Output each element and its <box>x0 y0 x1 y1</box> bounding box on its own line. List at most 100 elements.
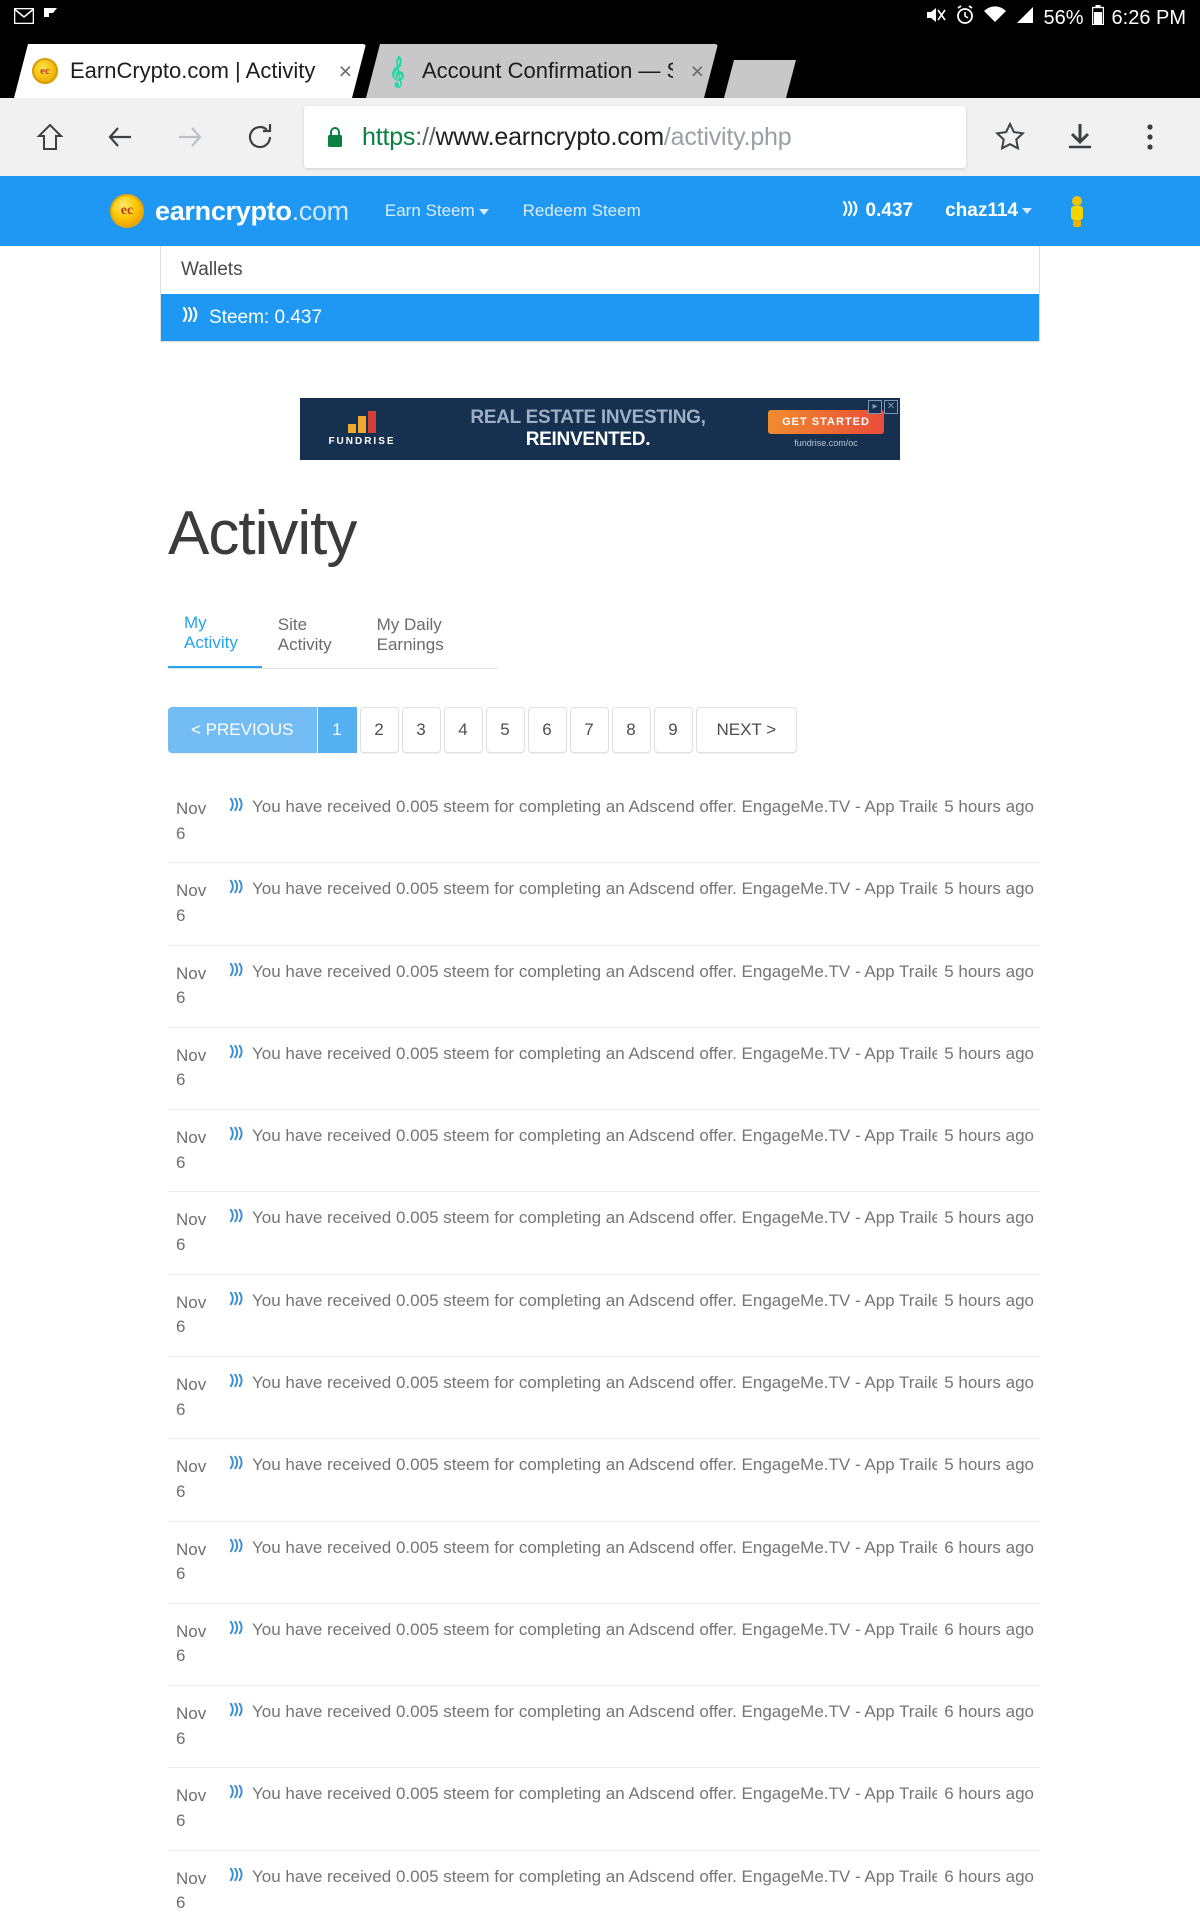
table-row[interactable]: Nov 6 You have received 0.005 steem for co… <box>168 781 1040 862</box>
activity-description: You have received 0.005 steem for comple… <box>252 1784 938 1804</box>
brand-label: earncrypto.com <box>155 196 349 227</box>
tab-my-daily-earnings[interactable]: My Daily Earnings <box>361 605 498 668</box>
home-icon[interactable] <box>16 103 84 171</box>
ad-headline-light: REAL ESTATE INVESTING, <box>470 407 706 428</box>
close-icon[interactable]: × <box>333 58 352 85</box>
address-bar[interactable]: https://www.earncrypto.com/activity.php <box>304 106 966 168</box>
pagination-page-7[interactable]: 7 <box>569 707 609 753</box>
activity-description: You have received 0.005 steem for comple… <box>252 1455 938 1475</box>
reload-icon[interactable] <box>226 103 294 171</box>
pagination-page-3[interactable]: 3 <box>401 707 441 753</box>
fundrise-ad-banner[interactable]: FUNDRISE REAL ESTATE INVESTING, REINVENT… <box>300 398 900 460</box>
table-row[interactable]: Nov 6 You have received 0.005 steem for co… <box>168 1355 1040 1438</box>
avatar[interactable] <box>1064 194 1090 228</box>
table-row[interactable]: Nov 6 You have received 0.005 steem for co… <box>168 1026 1040 1109</box>
activity-date-month: Nov <box>176 1210 207 1230</box>
activity-date-day: 6 <box>176 1811 186 1831</box>
table-row[interactable]: Nov 6 You have received 0.005 steem for co… <box>168 944 1040 1027</box>
table-row[interactable]: Nov 6 You have received 0.005 steem for co… <box>168 1602 1040 1685</box>
activity-date: Nov 6 <box>168 1784 228 1833</box>
browser-tab-title: Account Confirmation — Ste <box>422 58 673 83</box>
close-icon[interactable]: ✕ <box>884 400 898 414</box>
nav-item-earn-steem[interactable]: Earn Steem <box>385 201 489 221</box>
activity-date: Nov 6 <box>168 1208 228 1257</box>
pagination-page-6[interactable]: 6 <box>527 707 567 753</box>
download-icon[interactable] <box>1046 103 1114 171</box>
steem-icon <box>228 1867 245 1887</box>
table-row[interactable]: Nov 6 You have received 0.005 steem for co… <box>168 1849 1040 1920</box>
activity-timestamp: 5 hours ago <box>944 879 1034 899</box>
battery-percent-label: 56% <box>1043 6 1084 29</box>
url-scheme: https <box>362 122 416 151</box>
pagination-page-4[interactable]: 4 <box>443 707 483 753</box>
pagination-page-2[interactable]: 2 <box>359 707 399 753</box>
activity-date: Nov 6 <box>168 1291 228 1340</box>
activity-description: You have received 0.005 steem for comple… <box>252 879 938 899</box>
activity-timestamp: 6 hours ago <box>944 1784 1034 1804</box>
activity-date: Nov 6 <box>168 1702 228 1751</box>
nav-item-redeem-steem[interactable]: Redeem Steem <box>523 201 641 221</box>
table-row[interactable]: Nov 6 You have received 0.005 steem for co… <box>168 1767 1040 1849</box>
pagination-page-8[interactable]: 8 <box>611 707 651 753</box>
steem-icon <box>228 1291 245 1311</box>
activity-date-month: Nov <box>176 963 207 983</box>
steem-icon <box>228 962 245 982</box>
activity-date-day: 6 <box>176 1399 186 1419</box>
activity-date: Nov 6 <box>168 1126 228 1175</box>
activity-timestamp: 5 hours ago <box>944 1126 1034 1146</box>
wallet-item-steem[interactable]: Steem: 0.437 <box>161 294 1039 341</box>
ad-display-url: fundrise.com/oc <box>794 438 858 448</box>
pagination-page-9[interactable]: 9 <box>653 707 693 753</box>
steemit-icon: 𝄞 <box>389 56 405 86</box>
close-icon[interactable]: × <box>685 58 704 85</box>
ad-controls: ▸ ✕ <box>868 400 898 414</box>
pagination-next-button[interactable]: NEXT > <box>695 707 798 753</box>
tab-my-activity[interactable]: My Activity <box>168 603 262 668</box>
activity-description: You have received 0.005 steem for comple… <box>252 1702 938 1722</box>
pagination-page-5[interactable]: 5 <box>485 707 525 753</box>
wallets-panel: Wallets Steem: 0.437 <box>160 246 1040 342</box>
wallet-item-label: Steem: 0.437 <box>209 306 323 328</box>
url-text: https://www.earncrypto.com/activity.php <box>362 123 791 152</box>
activity-timestamp: 6 hours ago <box>944 1619 1034 1639</box>
steem-icon <box>228 1208 245 1228</box>
star-icon[interactable] <box>976 103 1044 171</box>
browser-tab-0[interactable]: ec EarnCrypto.com | Activity × <box>14 44 366 98</box>
activity-date-month: Nov <box>176 799 207 818</box>
table-row[interactable]: Nov 6 You have received 0.005 steem for co… <box>168 1273 1040 1356</box>
adchoices-icon[interactable]: ▸ <box>868 400 882 414</box>
android-status-bar: 56% 6:26 PM <box>0 0 1200 36</box>
activity-timestamp: 5 hours ago <box>944 1208 1034 1228</box>
header-balance[interactable]: 0.437 <box>841 200 913 223</box>
activity-date-day: 6 <box>176 988 186 1008</box>
activity-date-month: Nov <box>176 1539 207 1559</box>
table-row[interactable]: Nov 6 You have received 0.005 steem for co… <box>168 1685 1040 1767</box>
nav-item-label: Earn Steem <box>384 201 475 220</box>
overflow-menu-icon[interactable] <box>1116 103 1184 171</box>
pagination-page-1[interactable]: 1 <box>317 707 357 753</box>
table-row[interactable]: Nov 6 You have received 0.005 steem for co… <box>168 862 1040 944</box>
forward-icon[interactable] <box>156 103 224 171</box>
pagination-previous-button[interactable]: < PREVIOUS <box>168 707 317 753</box>
ad-cta-button[interactable]: GET STARTED <box>768 410 884 434</box>
user-menu[interactable]: chaz114 <box>945 200 1032 222</box>
activity-date-month: Nov <box>176 1704 207 1724</box>
table-row[interactable]: Nov 6 You have received 0.005 steem for co… <box>168 1520 1040 1603</box>
activity-date-day: 6 <box>176 1317 186 1337</box>
steem-icon <box>228 879 245 899</box>
table-row[interactable]: Nov 6 You have received 0.005 steem for co… <box>168 1191 1040 1273</box>
activity-description: You have received 0.005 steem for comple… <box>252 1043 938 1063</box>
site-logo[interactable]: ec earncrypto.com <box>110 194 349 228</box>
new-tab-button[interactable] <box>724 60 796 98</box>
buildings-icon <box>348 411 376 433</box>
activity-timestamp: 6 hours ago <box>944 1537 1034 1557</box>
activity-description: You have received 0.005 steem for comple… <box>252 1126 938 1146</box>
earncrypto-coin-icon: ec <box>32 58 58 84</box>
table-row[interactable]: Nov 6 You have received 0.005 steem for co… <box>168 1109 1040 1191</box>
browser-tab-1[interactable]: 𝄞 Account Confirmation — Ste × <box>366 44 718 98</box>
table-row[interactable]: Nov 6 You have received 0.005 steem for co… <box>168 1438 1040 1520</box>
tab-site-activity[interactable]: Site Activity <box>262 605 361 668</box>
back-icon[interactable] <box>86 103 154 171</box>
activity-date-day: 6 <box>176 1728 186 1748</box>
activity-date-day: 6 <box>176 1152 186 1172</box>
